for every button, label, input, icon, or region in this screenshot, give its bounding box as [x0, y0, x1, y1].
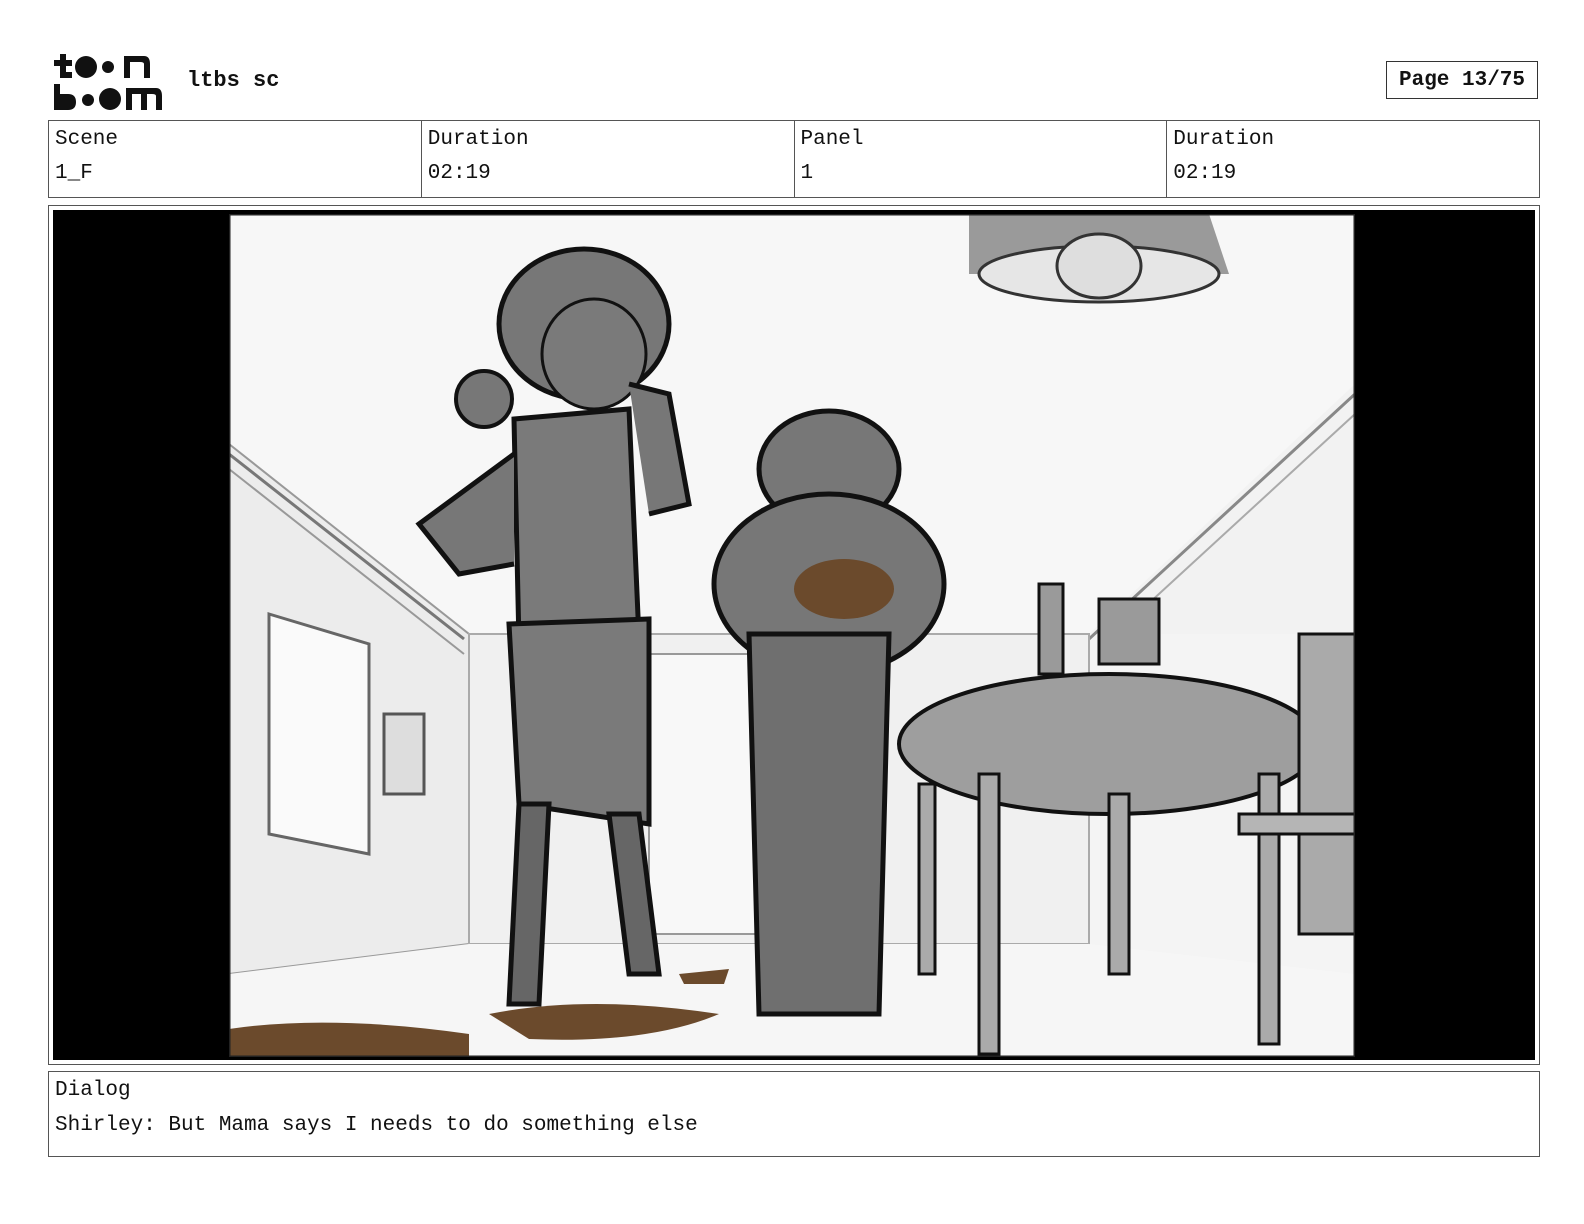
scene-info-table: Scene 1_F Duration 02:19 Panel 1 Duratio…	[48, 120, 1540, 198]
storyboard-panel-frame	[48, 205, 1540, 1065]
page-indicator: Page 13/75	[1386, 61, 1538, 99]
scene-cell: Scene 1_F	[49, 121, 422, 197]
panel-cell: Panel 1	[795, 121, 1168, 197]
dialog-box: Dialog Shirley: But Mama says I needs to…	[48, 1071, 1540, 1157]
scene-duration-label: Duration	[427, 128, 529, 151]
panel-duration-value: 02:19	[1173, 162, 1237, 185]
panel-label: Panel	[800, 128, 864, 151]
scene-label: Scene	[55, 128, 119, 151]
storyboard-sketch	[229, 214, 1355, 1057]
panel-duration-label: Duration	[1173, 128, 1275, 151]
storyboard-panel	[53, 210, 1535, 1060]
scene-duration-cell: Duration 02:19	[422, 121, 795, 197]
panel-duration-cell: Duration 02:19	[1167, 121, 1539, 197]
toon-boom-logo	[54, 54, 162, 110]
scene-value: 1_F	[55, 162, 93, 185]
project-name: ltbs sc	[187, 68, 280, 93]
dialog-text: Shirley: But Mama says I needs to do som…	[55, 1114, 698, 1137]
scene-duration-value: 02:19	[427, 162, 491, 185]
dialog-label: Dialog	[55, 1079, 131, 1102]
panel-value: 1	[800, 162, 814, 185]
